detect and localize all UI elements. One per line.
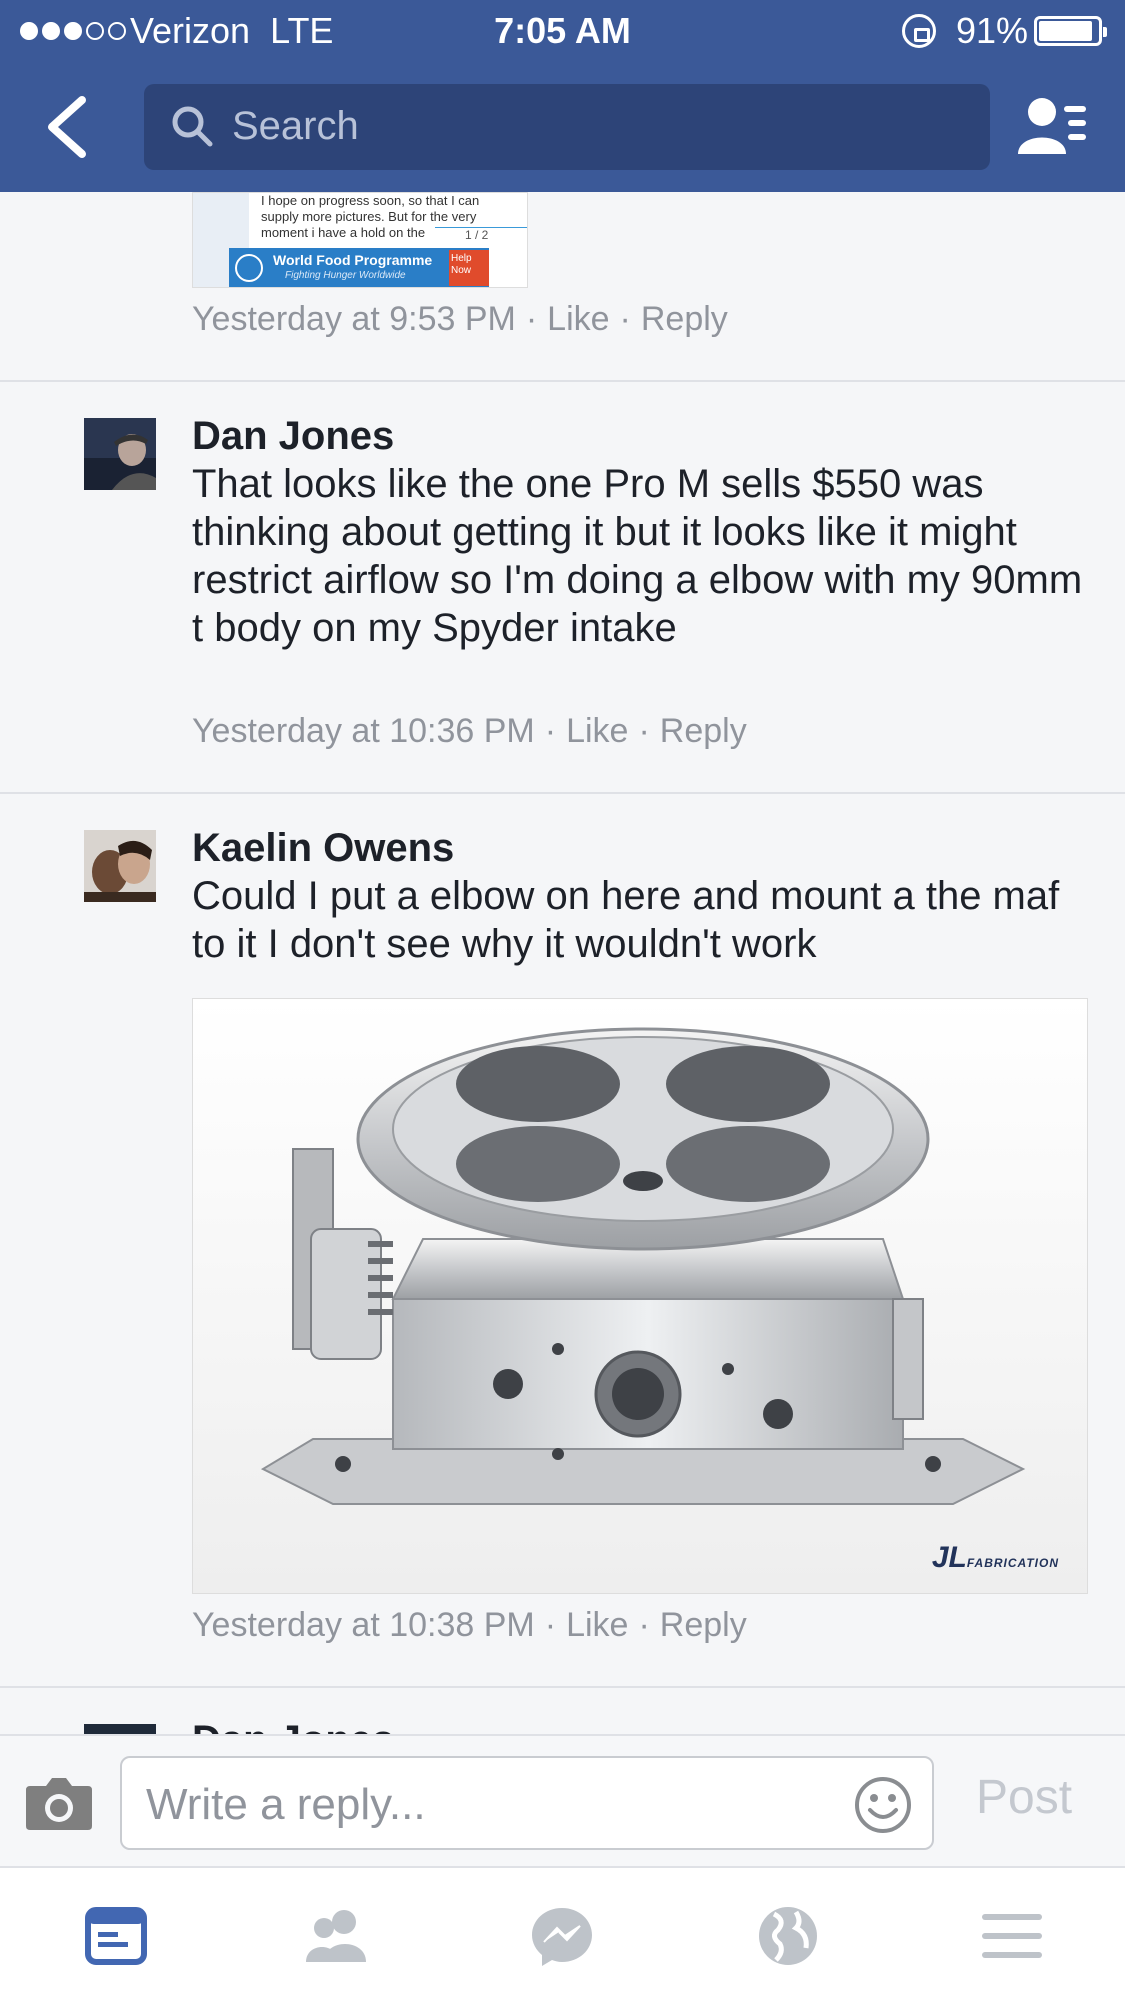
status-bar: Verizon LTE 7:05 AM 91% xyxy=(0,0,1125,62)
attachment-pager: 1 / 2 xyxy=(435,227,527,243)
avatar-dan-jones[interactable] xyxy=(84,1724,156,1734)
comment-author[interactable]: Dan Jones xyxy=(192,414,394,459)
friends-icon[interactable] xyxy=(1016,96,1088,156)
battery-icon xyxy=(1034,16,1107,46)
menu-icon[interactable] xyxy=(980,1904,1044,1968)
search-placeholder: Search xyxy=(232,104,359,148)
avatar-kaelin-owens[interactable] xyxy=(84,830,156,902)
messenger-icon[interactable] xyxy=(530,1904,594,1968)
comment-meta: Yesterday at 10:38 PM · Like · Reply xyxy=(192,1606,747,1644)
like-link[interactable]: Like xyxy=(566,712,628,750)
comment-time: Yesterday at 10:36 PM xyxy=(192,712,535,750)
comment-thread[interactable]: I hope on progress soon, so that I can s… xyxy=(0,192,1125,1734)
reply-link[interactable]: Reply xyxy=(660,712,747,750)
back-icon[interactable] xyxy=(40,92,100,162)
comment-text: That looks like the one Pro M sells $550… xyxy=(192,462,1083,650)
smile-icon[interactable] xyxy=(854,1776,912,1834)
throttle-body-image xyxy=(260,1027,1026,1505)
comment-author[interactable]: Kaelin Owens xyxy=(192,826,454,871)
reply-link[interactable]: Reply xyxy=(641,300,728,338)
comment-meta: Yesterday at 10:36 PM · Like · Reply xyxy=(192,712,747,750)
camera-icon[interactable] xyxy=(24,1774,94,1832)
battery-percent: 91% xyxy=(956,10,1029,51)
post-button[interactable]: Post xyxy=(976,1770,1072,1825)
notifications-globe-icon[interactable] xyxy=(756,1904,820,1968)
reply-link[interactable]: Reply xyxy=(660,1606,747,1644)
photo-watermark: JLFABRICATION xyxy=(931,1541,1059,1574)
comment-time: Yesterday at 9:53 PM xyxy=(192,300,516,338)
top-bar: Verizon LTE 7:05 AM 91% Search xyxy=(0,0,1125,192)
divider xyxy=(0,1686,1125,1688)
rotation-lock-icon xyxy=(902,14,936,48)
comment-author[interactable]: Dan Jones xyxy=(192,1718,394,1734)
search-icon xyxy=(172,106,213,147)
avatar-image xyxy=(84,418,156,490)
wfp-help-button: Help Now xyxy=(449,250,489,286)
avatar-image xyxy=(84,830,156,902)
comment-time: Yesterday at 10:38 PM xyxy=(192,1606,535,1644)
friends-tab-icon[interactable] xyxy=(304,1904,368,1968)
tab-bar xyxy=(0,1868,1125,2001)
avatar-dan-jones[interactable] xyxy=(84,418,156,490)
comment-photo[interactable]: JLFABRICATION xyxy=(192,998,1088,1594)
avatar[interactable] xyxy=(84,608,156,680)
comment-text: Could I put a elbow on here and mount a … xyxy=(192,874,1060,966)
news-feed-icon[interactable] xyxy=(84,1904,148,1968)
wfp-title: World Food Programme xyxy=(273,252,433,268)
divider xyxy=(0,792,1125,794)
wfp-logo-icon xyxy=(235,254,263,282)
like-link[interactable]: Like xyxy=(547,300,609,338)
divider xyxy=(0,380,1125,382)
reply-placeholder: Write a reply... xyxy=(146,1780,426,1829)
attachment-image[interactable]: I hope on progress soon, so that I can s… xyxy=(192,192,528,288)
like-link[interactable]: Like xyxy=(566,1606,628,1644)
search-input[interactable]: Search xyxy=(144,84,990,170)
reply-composer: Write a reply... Post xyxy=(0,1734,1125,1868)
comment-meta: Yesterday at 9:53 PM · Like · Reply xyxy=(192,300,728,338)
wfp-banner: World Food Programme Fighting Hunger Wor… xyxy=(229,248,489,287)
wfp-subtitle: Fighting Hunger Worldwide xyxy=(285,270,406,281)
reply-input[interactable]: Write a reply... xyxy=(120,1756,934,1850)
